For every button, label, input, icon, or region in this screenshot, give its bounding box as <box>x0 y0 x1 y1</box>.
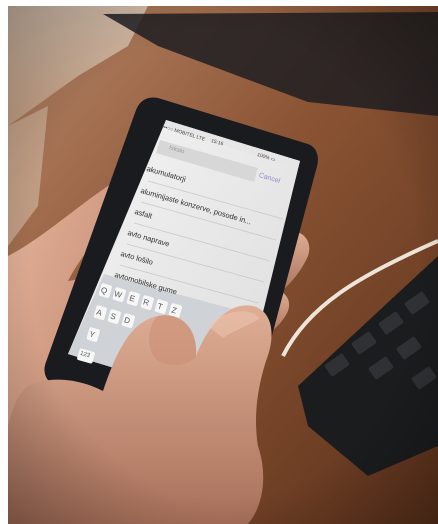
vignette <box>8 6 438 524</box>
scene-illustration <box>8 6 438 524</box>
photo-scene: •••○○ MOBITEL LTE 15:16 100% ▭ Iskalo Ca… <box>8 6 438 524</box>
